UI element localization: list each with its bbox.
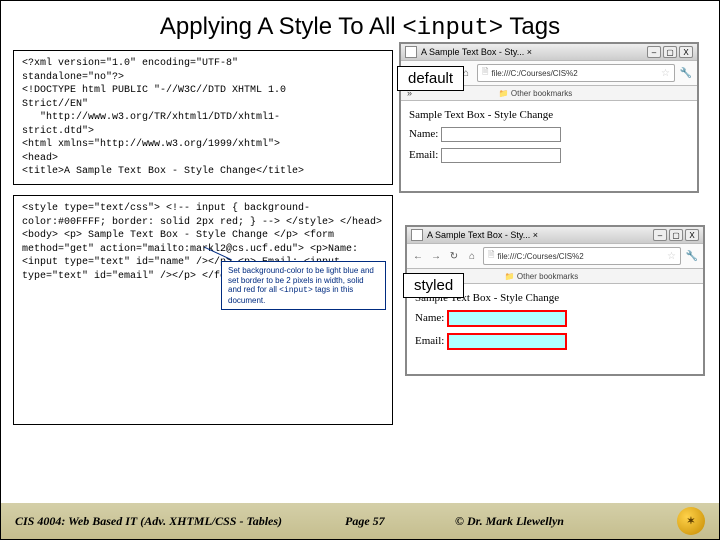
other-bookmarks-label[interactable]: Other bookmarks: [511, 89, 572, 98]
minimize-icon[interactable]: –: [653, 229, 667, 241]
label-styled: styled: [403, 273, 464, 298]
url-bar[interactable]: 🗎 file:///C:/Courses/CIS%2 ☆: [483, 247, 681, 265]
url-bar[interactable]: 🗎 file:///C:/Courses/CIS%2 ☆: [477, 64, 675, 82]
maximize-icon[interactable]: ▢: [669, 229, 683, 241]
email-label: Email:: [409, 149, 438, 161]
browser-toolbar: ← → ↻ ⌂ 🗎 file:///C:/Courses/CIS%2 ☆ 🔧: [407, 243, 703, 269]
name-label: Name:: [415, 312, 444, 324]
browser-styled: A Sample Text Box - Sty... × – ▢ X ← → ↻…: [405, 225, 705, 376]
screenshot-area: default A Sample Text Box - Sty... × – ▢…: [399, 50, 707, 185]
wrench-icon[interactable]: 🔧: [679, 66, 693, 80]
page-icon: [411, 229, 423, 241]
maximize-icon[interactable]: ▢: [663, 46, 677, 58]
forward-icon[interactable]: →: [429, 249, 443, 263]
footer-page: Page 57: [345, 514, 455, 529]
home-icon[interactable]: ⌂: [465, 249, 479, 263]
page-icon: [405, 46, 417, 58]
code-block-head: <?xml version="1.0" encoding="UTF-8" sta…: [13, 50, 393, 185]
window-controls[interactable]: – ▢ X: [647, 46, 693, 58]
browser-default: A Sample Text Box - Sty... × – ▢ X ← → ↻…: [399, 42, 699, 193]
name-label: Name:: [409, 128, 438, 140]
window-titlebar: A Sample Text Box - Sty... × – ▢ X: [401, 44, 697, 60]
email-input[interactable]: [447, 333, 567, 350]
label-default: default: [397, 66, 464, 91]
reload-icon[interactable]: ↻: [447, 249, 461, 263]
url-text: file:///C:/Courses/CIS%2: [491, 69, 577, 78]
close-icon[interactable]: X: [679, 46, 693, 58]
minimize-icon[interactable]: –: [647, 46, 661, 58]
email-label: Email:: [415, 335, 444, 347]
footer-course: CIS 4004: Web Based IT (Adv. XHTML/CSS -…: [15, 514, 345, 529]
url-text: file:///C:/Courses/CIS%2: [497, 252, 583, 261]
close-icon[interactable]: X: [685, 229, 699, 241]
bookmark-star-icon[interactable]: ☆: [667, 251, 676, 262]
footer-copyright: © Dr. Mark Llewellyn: [455, 514, 677, 529]
page-content-default: Sample Text Box - Style Change Name: Ema…: [401, 101, 697, 191]
name-input[interactable]: [441, 127, 561, 142]
wrench-icon[interactable]: 🔧: [685, 249, 699, 263]
tab-title: A Sample Text Box - Sty... ×: [421, 47, 532, 57]
window-controls[interactable]: – ▢ X: [653, 229, 699, 241]
callout-box: Set background-color to be light blue an…: [221, 261, 386, 310]
other-bookmarks-label[interactable]: Other bookmarks: [517, 272, 578, 281]
name-input[interactable]: [447, 310, 567, 327]
back-icon[interactable]: ←: [411, 249, 425, 263]
tab-title: A Sample Text Box - Sty... ×: [427, 230, 538, 240]
bookmark-star-icon[interactable]: ☆: [661, 68, 670, 79]
email-input[interactable]: [441, 148, 561, 163]
slide-footer: CIS 4004: Web Based IT (Adv. XHTML/CSS -…: [1, 503, 719, 539]
window-titlebar: A Sample Text Box - Sty... × – ▢ X: [407, 227, 703, 243]
file-icon: 🗎: [488, 249, 494, 263]
ucf-logo-icon: ✶: [677, 507, 705, 535]
page-heading: Sample Text Box - Style Change: [409, 109, 689, 121]
file-icon: 🗎: [482, 66, 488, 80]
